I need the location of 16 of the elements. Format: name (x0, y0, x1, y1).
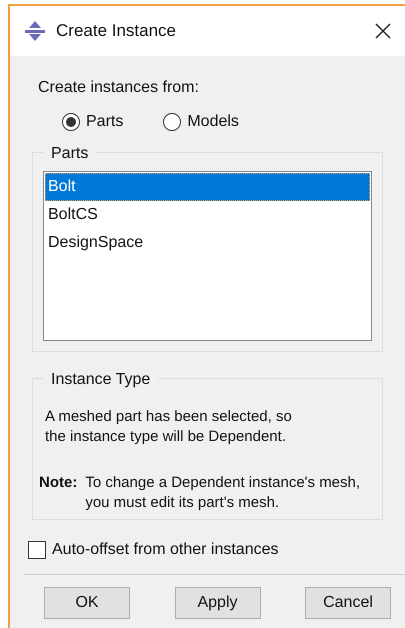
list-item[interactable]: BoltCS (45, 201, 370, 229)
list-item[interactable]: DesignSpace (45, 229, 370, 257)
note-label: Note: (39, 473, 78, 493)
window-title: Create Instance (56, 20, 176, 42)
dialog-button[interactable]: OK (44, 587, 130, 619)
source-label: Create instances from: (37, 78, 200, 98)
radio-option[interactable]: Models (163, 110, 239, 134)
radio-option[interactable]: Parts (62, 110, 124, 134)
auto-offset-checkbox[interactable]: Auto-offset from other instances (28, 538, 405, 562)
app-icon (24, 20, 46, 42)
dialog-button[interactable]: Apply (174, 587, 260, 619)
dialog-button[interactable]: Cancel (305, 587, 391, 619)
note-text: To change a Dependent instance's mesh, you must edit its part's mesh. (85, 473, 362, 513)
message-text: A meshed part has been selected, so the instance type will be Dependent. (45, 407, 293, 447)
list-item[interactable]: Bolt (45, 173, 370, 201)
close-icon (375, 23, 391, 39)
